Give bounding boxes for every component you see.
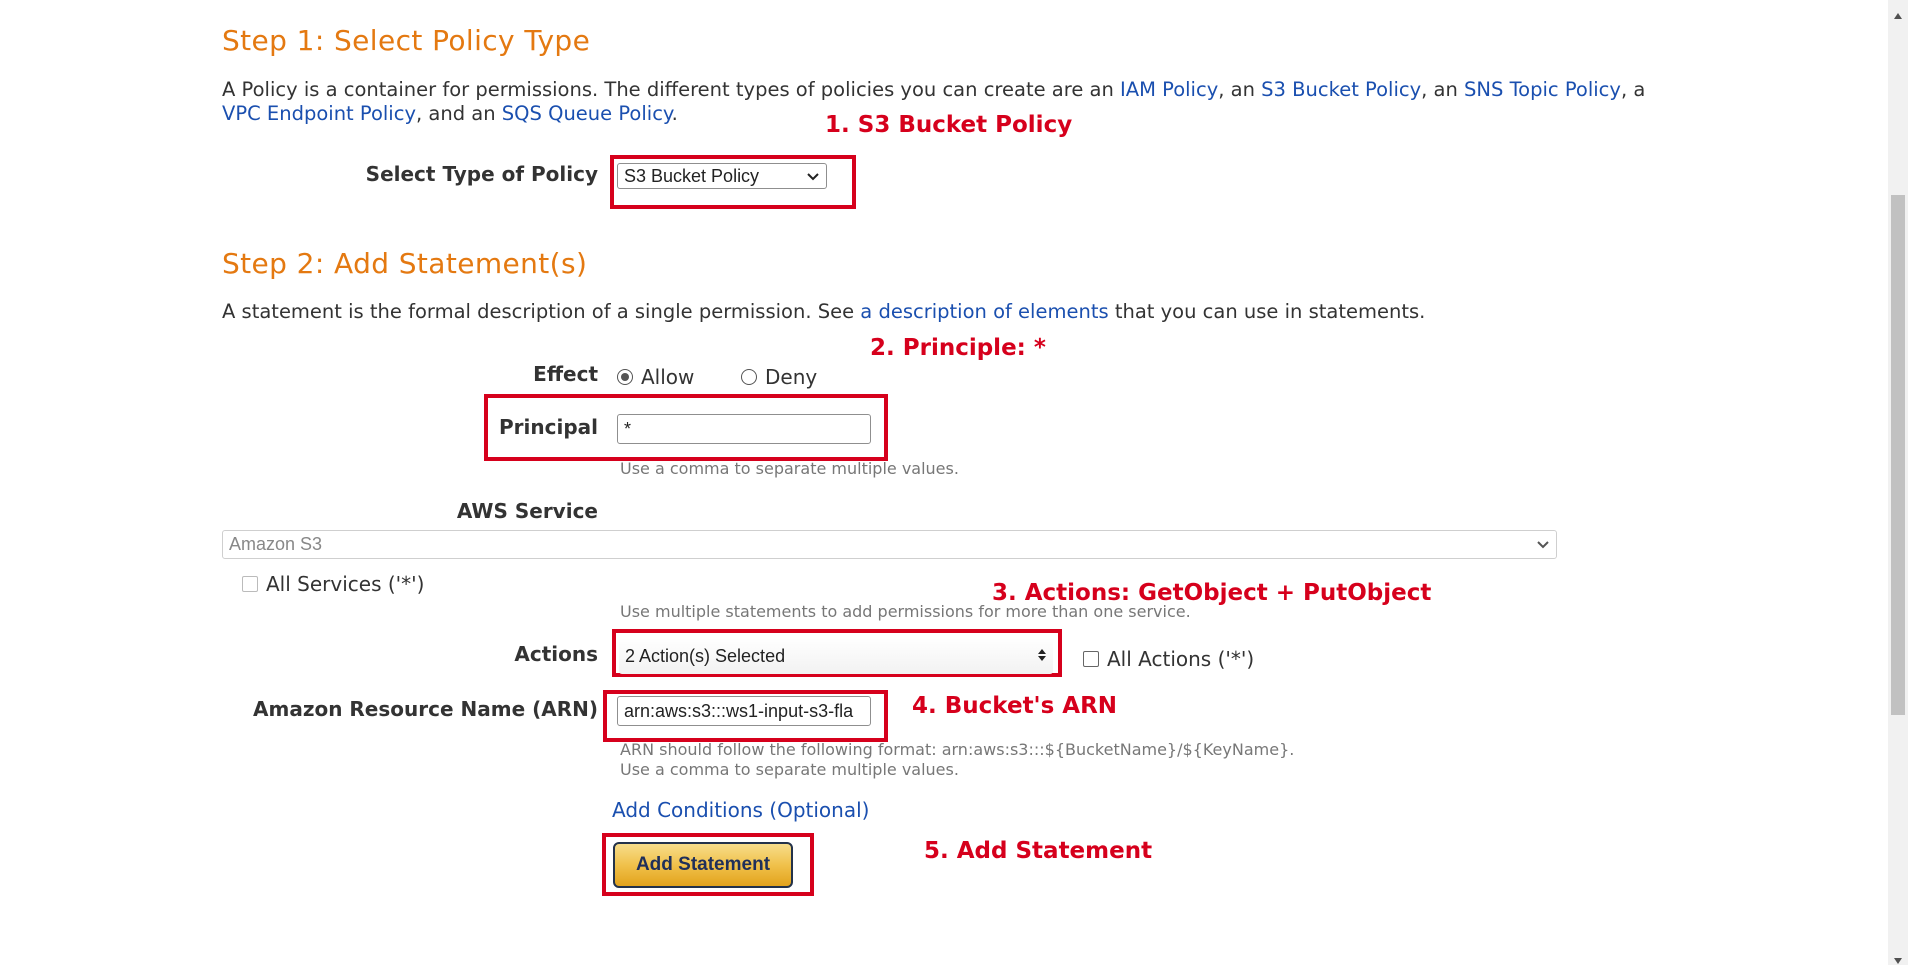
deny-radio[interactable] xyxy=(741,369,757,385)
aws-service-select[interactable]: Amazon S3 xyxy=(222,530,1557,559)
policy-type-select[interactable]: S3 Bucket Policy xyxy=(617,163,827,189)
chevron-down-icon xyxy=(1536,534,1550,555)
step2-title: Step 2: Add Statement(s) xyxy=(222,247,588,280)
all-actions-checkbox[interactable] xyxy=(1083,651,1099,667)
iam-policy-link[interactable]: IAM Policy xyxy=(1120,78,1218,101)
scroll-down-arrow-icon[interactable] xyxy=(1893,950,1903,969)
step1-desc-text: , and an xyxy=(416,102,502,125)
aws-service-label: AWS Service xyxy=(456,499,598,523)
all-services-checkbox[interactable] xyxy=(242,576,258,592)
annotation-4: 4. Bucket's ARN xyxy=(912,693,1118,719)
annotation-3: 3. Actions: GetObject + PutObject xyxy=(992,580,1432,606)
step2-description: A statement is the formal description of… xyxy=(222,300,1702,324)
annotation-5: 5. Add Statement xyxy=(924,838,1153,864)
add-conditions-link[interactable]: Add Conditions (Optional) xyxy=(612,798,869,822)
description-of-elements-link[interactable]: a description of elements xyxy=(860,300,1108,323)
arn-input[interactable]: arn:aws:s3:::ws1-input-s3-fla xyxy=(617,696,871,726)
step2-desc-text: A statement is the formal description of… xyxy=(222,300,861,323)
s3-bucket-policy-link[interactable]: S3 Bucket Policy xyxy=(1261,78,1421,101)
add-statement-button[interactable]: Add Statement xyxy=(613,842,793,888)
principal-input[interactable]: * xyxy=(617,414,871,444)
actions-value: 2 Action(s) Selected xyxy=(625,645,786,666)
all-services-option[interactable]: All Services ('*') xyxy=(242,572,424,596)
scroll-thumb[interactable] xyxy=(1891,195,1905,715)
arn-hint-format: ARN should follow the following format: … xyxy=(620,740,1295,759)
all-actions-option[interactable]: All Actions ('*') xyxy=(1083,647,1254,671)
arn-hint-comma: Use a comma to separate multiple values. xyxy=(620,760,959,779)
step1-desc-text: , an xyxy=(1218,78,1262,101)
step1-desc-text: , a xyxy=(1620,78,1646,101)
policy-type-label: Select Type of Policy xyxy=(365,162,598,186)
deny-label: Deny xyxy=(765,365,818,389)
principal-hint: Use a comma to separate multiple values. xyxy=(620,459,959,478)
step1-desc-text: . xyxy=(671,102,678,125)
all-actions-label: All Actions ('*') xyxy=(1107,647,1255,671)
actions-label: Actions xyxy=(514,642,598,666)
step1-title: Step 1: Select Policy Type xyxy=(222,24,591,57)
effect-label: Effect xyxy=(533,362,598,386)
allow-radio[interactable] xyxy=(617,369,633,385)
annotation-2: 2. Principle: * xyxy=(870,335,1046,361)
arn-label: Amazon Resource Name (ARN) xyxy=(253,697,598,721)
effect-deny-option[interactable]: Deny xyxy=(741,365,817,389)
vertical-scrollbar[interactable] xyxy=(1888,0,1908,965)
chevron-down-icon xyxy=(806,166,820,187)
all-services-label: All Services ('*') xyxy=(266,572,425,596)
scroll-up-arrow-icon[interactable] xyxy=(1893,5,1903,24)
vpc-endpoint-policy-link[interactable]: VPC Endpoint Policy xyxy=(222,102,416,125)
step1-desc-text: A Policy is a container for permissions.… xyxy=(222,78,1121,101)
principal-label: Principal xyxy=(499,415,598,439)
sns-topic-policy-link[interactable]: SNS Topic Policy xyxy=(1464,78,1621,101)
allow-label: Allow xyxy=(641,365,695,389)
sqs-queue-policy-link[interactable]: SQS Queue Policy xyxy=(502,102,672,125)
sort-arrows-icon xyxy=(1037,646,1047,667)
effect-allow-option[interactable]: Allow xyxy=(617,365,694,389)
step2-desc-text: that you can use in statements. xyxy=(1108,300,1426,323)
annotation-1: 1. S3 Bucket Policy xyxy=(825,112,1073,138)
actions-select[interactable]: 2 Action(s) Selected xyxy=(619,638,1053,674)
step1-desc-text: , an xyxy=(1421,78,1465,101)
policy-type-value: S3 Bucket Policy xyxy=(624,165,760,186)
aws-service-value: Amazon S3 xyxy=(229,534,323,554)
